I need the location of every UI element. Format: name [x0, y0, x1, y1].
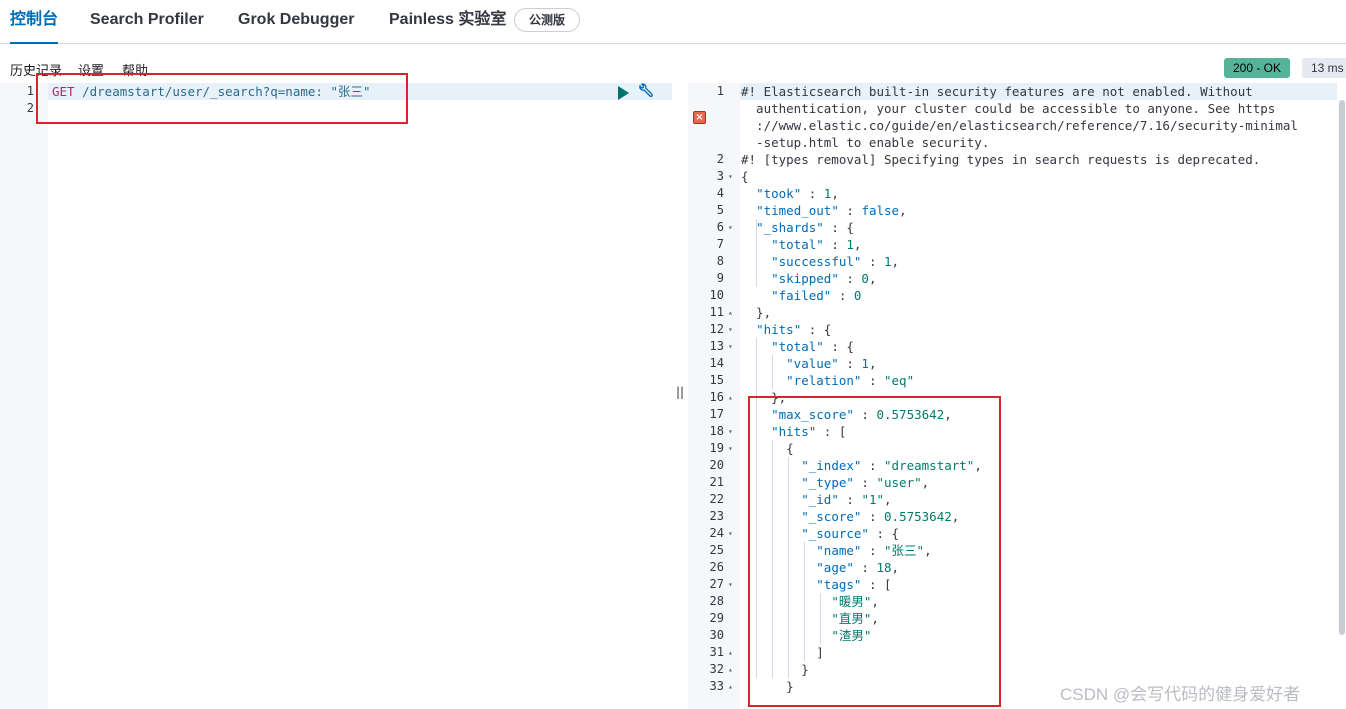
hits-highlight-box — [748, 396, 1001, 707]
response-line: ://www.elastic.co/guide/en/elasticsearch… — [741, 118, 1298, 133]
line-number: 1 — [26, 84, 34, 98]
line-number: 31 — [709, 645, 724, 659]
line-number: 2 — [716, 152, 724, 166]
line-number: 20 — [709, 458, 724, 472]
line-number: 22 — [709, 492, 724, 506]
line-number: 18 — [709, 424, 724, 438]
response-line: "relation" : "eq" — [786, 373, 915, 388]
beta-badge: 公测版 — [514, 8, 581, 32]
line-number: 25 — [709, 543, 724, 557]
fold-open-icon[interactable]: ▾ — [728, 423, 733, 440]
response-line: "value" : 1, — [786, 356, 877, 371]
response-line: "failed" : 0 — [771, 288, 862, 303]
response-line: }, — [741, 305, 772, 320]
line-number: 15 — [709, 373, 724, 387]
fold-open-icon[interactable]: ▾ — [728, 338, 733, 355]
line-number: 16 — [709, 390, 724, 404]
response-line: "took" : 1, — [756, 186, 839, 201]
line-number: 5 — [716, 203, 724, 217]
tab-grok-debugger[interactable]: Grok Debugger — [238, 0, 354, 44]
response-line: authentication, your cluster could be ac… — [741, 101, 1276, 116]
request-time-badge: 13 ms — [1302, 58, 1346, 78]
line-number: 17 — [709, 407, 724, 421]
warning-icon: × — [693, 111, 706, 124]
response-line: #! Elasticsearch built-in security featu… — [741, 84, 1253, 99]
fold-open-icon[interactable]: ▾ — [728, 576, 733, 593]
fold-close-icon[interactable]: ▴ — [728, 304, 733, 321]
response-line: { — [741, 169, 749, 184]
indent-guide — [772, 355, 773, 389]
line-number: 10 — [709, 288, 724, 302]
indent-guide — [756, 219, 757, 287]
line-number: 27 — [709, 577, 724, 591]
line-number: 30 — [709, 628, 724, 642]
response-line: -setup.html to enable security. — [741, 135, 990, 150]
line-number: 23 — [709, 509, 724, 523]
line-number: 28 — [709, 594, 724, 608]
response-line: "total" : 1, — [771, 237, 862, 252]
tab-console[interactable]: 控制台 — [10, 0, 59, 44]
request-gutter: 1 2 — [0, 83, 48, 709]
status-badge: 200 - OK — [1224, 58, 1291, 78]
line-number: 29 — [709, 611, 724, 625]
tab-search-profiler[interactable]: Search Profiler — [90, 0, 204, 44]
line-number: 9 — [716, 271, 724, 285]
line-number: 11 — [709, 305, 724, 319]
wrench-icon[interactable] — [636, 83, 654, 101]
line-number: 13 — [709, 339, 724, 353]
fold-close-icon[interactable]: ▴ — [728, 644, 733, 661]
response-scrollbar[interactable] — [1339, 100, 1345, 635]
play-icon[interactable] — [618, 86, 629, 100]
line-number: 2 — [26, 101, 34, 115]
line-number: 32 — [709, 662, 724, 676]
fold-close-icon[interactable]: ▴ — [728, 678, 733, 695]
line-number: 4 — [716, 186, 724, 200]
response-line: "skipped" : 0, — [771, 271, 877, 286]
tab-painless-lab[interactable]: Painless 实验室 — [389, 0, 506, 44]
line-number: 3 — [716, 169, 724, 183]
line-number: 8 — [716, 254, 724, 268]
response-line: #! [types removal] Specifying types in s… — [741, 152, 1261, 167]
line-number: 14 — [709, 356, 724, 370]
response-line: "hits" : { — [756, 322, 832, 337]
response-line: "total" : { — [771, 339, 854, 354]
line-number: 6 — [716, 220, 724, 234]
fold-close-icon[interactable]: ▴ — [728, 661, 733, 678]
fold-open-icon[interactable]: ▾ — [728, 168, 733, 185]
panel-resizer[interactable]: || — [676, 385, 684, 399]
top-tabs: 控制台 Search Profiler Grok Debugger Painle… — [0, 0, 1346, 44]
fold-open-icon[interactable]: ▾ — [728, 219, 733, 236]
line-number: 1 — [716, 84, 724, 98]
fold-close-icon[interactable]: ▴ — [728, 389, 733, 406]
response-line: "successful" : 1, — [771, 254, 900, 269]
response-line: "timed_out" : false, — [756, 203, 907, 218]
request-highlight-box — [36, 73, 408, 124]
line-number: 7 — [716, 237, 724, 251]
fold-open-icon[interactable]: ▾ — [728, 440, 733, 457]
line-number: 12 — [709, 322, 724, 336]
line-number: 26 — [709, 560, 724, 574]
line-number: 24 — [709, 526, 724, 540]
line-number: 33 — [709, 679, 724, 693]
line-number: 19 — [709, 441, 724, 455]
fold-open-icon[interactable]: ▾ — [728, 525, 733, 542]
fold-open-icon[interactable]: ▾ — [728, 321, 733, 338]
response-line: "_shards" : { — [756, 220, 854, 235]
response-gutter: × 1 2 3 ▾ 4 5 6 ▾ 7 8 9 10 11 ▴ 12 ▾ 13 ▾ 14 15 16 ▴ 17 18 ▾ 19 ▾ 2… — [688, 83, 740, 709]
watermark: CSDN @会写代码的健身爱好者 — [1060, 685, 1301, 704]
line-number: 21 — [709, 475, 724, 489]
request-editor[interactable]: 1 2 GET /dreamstart/user/_search?q=name:… — [0, 83, 672, 709]
